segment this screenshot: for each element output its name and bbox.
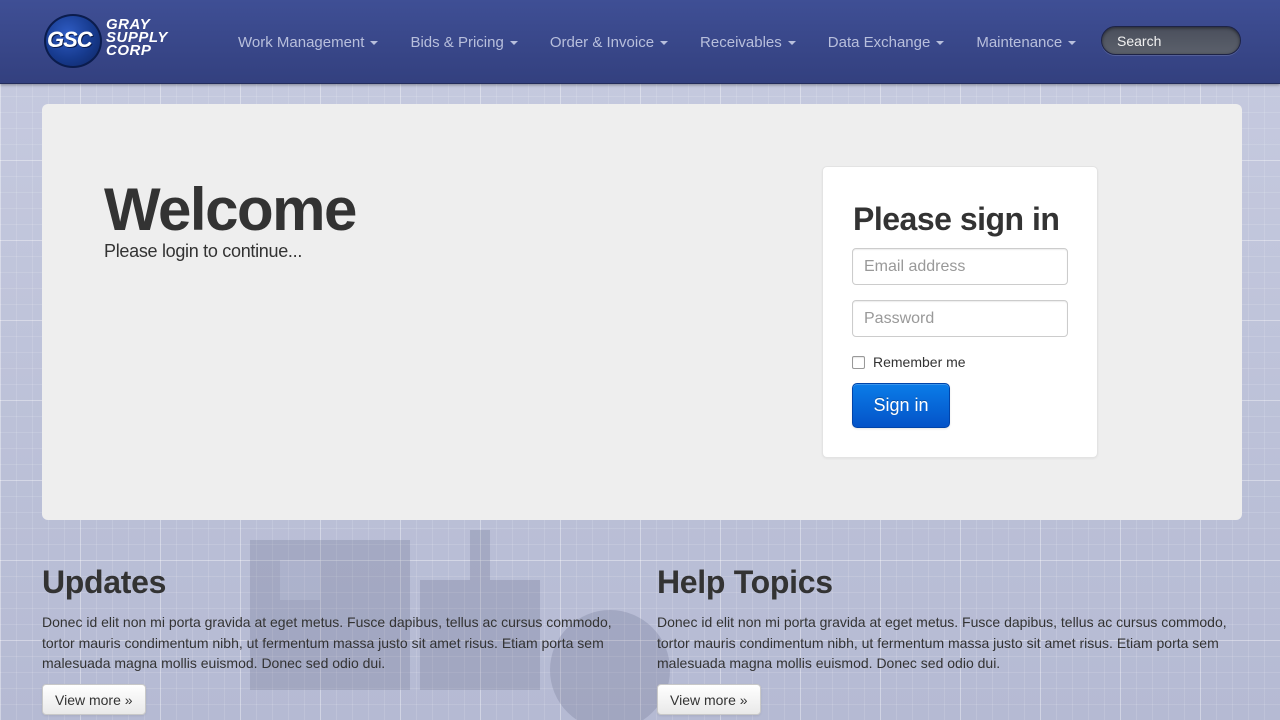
gray-supply-corp-logo[interactable]: GSC GRAY SUPPLY CORP: [44, 14, 204, 70]
search-input[interactable]: [1101, 26, 1241, 55]
nav-label: Bids & Pricing: [410, 33, 504, 51]
caret-down-icon: [1068, 41, 1077, 45]
updates-heading: Updates: [42, 564, 167, 600]
logo-wordmark: GRAY SUPPLY CORP: [106, 17, 168, 58]
main-nav-menu: Work Management Bids & Pricing Order & I…: [222, 0, 1092, 84]
signin-form: Please sign in Remember me Sign in: [822, 166, 1098, 458]
logo-mark: GSC: [47, 27, 93, 52]
page-subtitle: Please login to continue...: [104, 241, 303, 261]
nav-label: Receivables: [700, 33, 782, 51]
nav-work-management[interactable]: Work Management: [222, 0, 394, 84]
help-topics-heading: Help Topics: [657, 564, 833, 600]
caret-down-icon: [370, 41, 379, 45]
nav-receivables[interactable]: Receivables: [684, 0, 812, 84]
help-topics-section: Help Topics Donec id elit non mi porta g…: [657, 560, 1227, 715]
email-field[interactable]: [852, 248, 1068, 285]
nav-label: Work Management: [238, 33, 365, 51]
nav-label: Order & Invoice: [549, 33, 655, 51]
caret-down-icon: [660, 41, 669, 45]
nav-order-invoice[interactable]: Order & Invoice: [534, 0, 684, 84]
updates-section: Updates Donec id elit non mi porta gravi…: [42, 560, 612, 715]
remember-me-option[interactable]: Remember me: [852, 354, 966, 370]
hero-panel: Welcome Please login to continue... Plea…: [42, 104, 1242, 520]
nav-label: Data Exchange: [827, 33, 931, 51]
help-view-more-button[interactable]: View more »: [657, 684, 761, 715]
caret-down-icon: [509, 41, 518, 45]
remember-me-checkbox[interactable]: [852, 355, 865, 369]
top-navbar: GSC GRAY SUPPLY CORP Work Management Bid…: [0, 0, 1280, 84]
caret-down-icon: [936, 41, 945, 45]
nav-data-exchange[interactable]: Data Exchange: [812, 0, 961, 84]
sign-in-button[interactable]: Sign in: [852, 383, 950, 428]
updates-body: Donec id elit non mi porta gravida at eg…: [42, 614, 612, 671]
nav-label: Maintenance: [976, 33, 1063, 51]
signin-heading: Please sign in: [853, 201, 1060, 237]
page-title: Welcome: [104, 176, 357, 243]
password-field[interactable]: [852, 300, 1068, 337]
caret-down-icon: [787, 41, 796, 45]
help-topics-body: Donec id elit non mi porta gravida at eg…: [657, 614, 1227, 671]
nav-bids-pricing[interactable]: Bids & Pricing: [394, 0, 533, 84]
nav-maintenance[interactable]: Maintenance: [960, 0, 1092, 84]
updates-view-more-button[interactable]: View more »: [42, 684, 146, 715]
remember-me-label: Remember me: [873, 354, 966, 370]
